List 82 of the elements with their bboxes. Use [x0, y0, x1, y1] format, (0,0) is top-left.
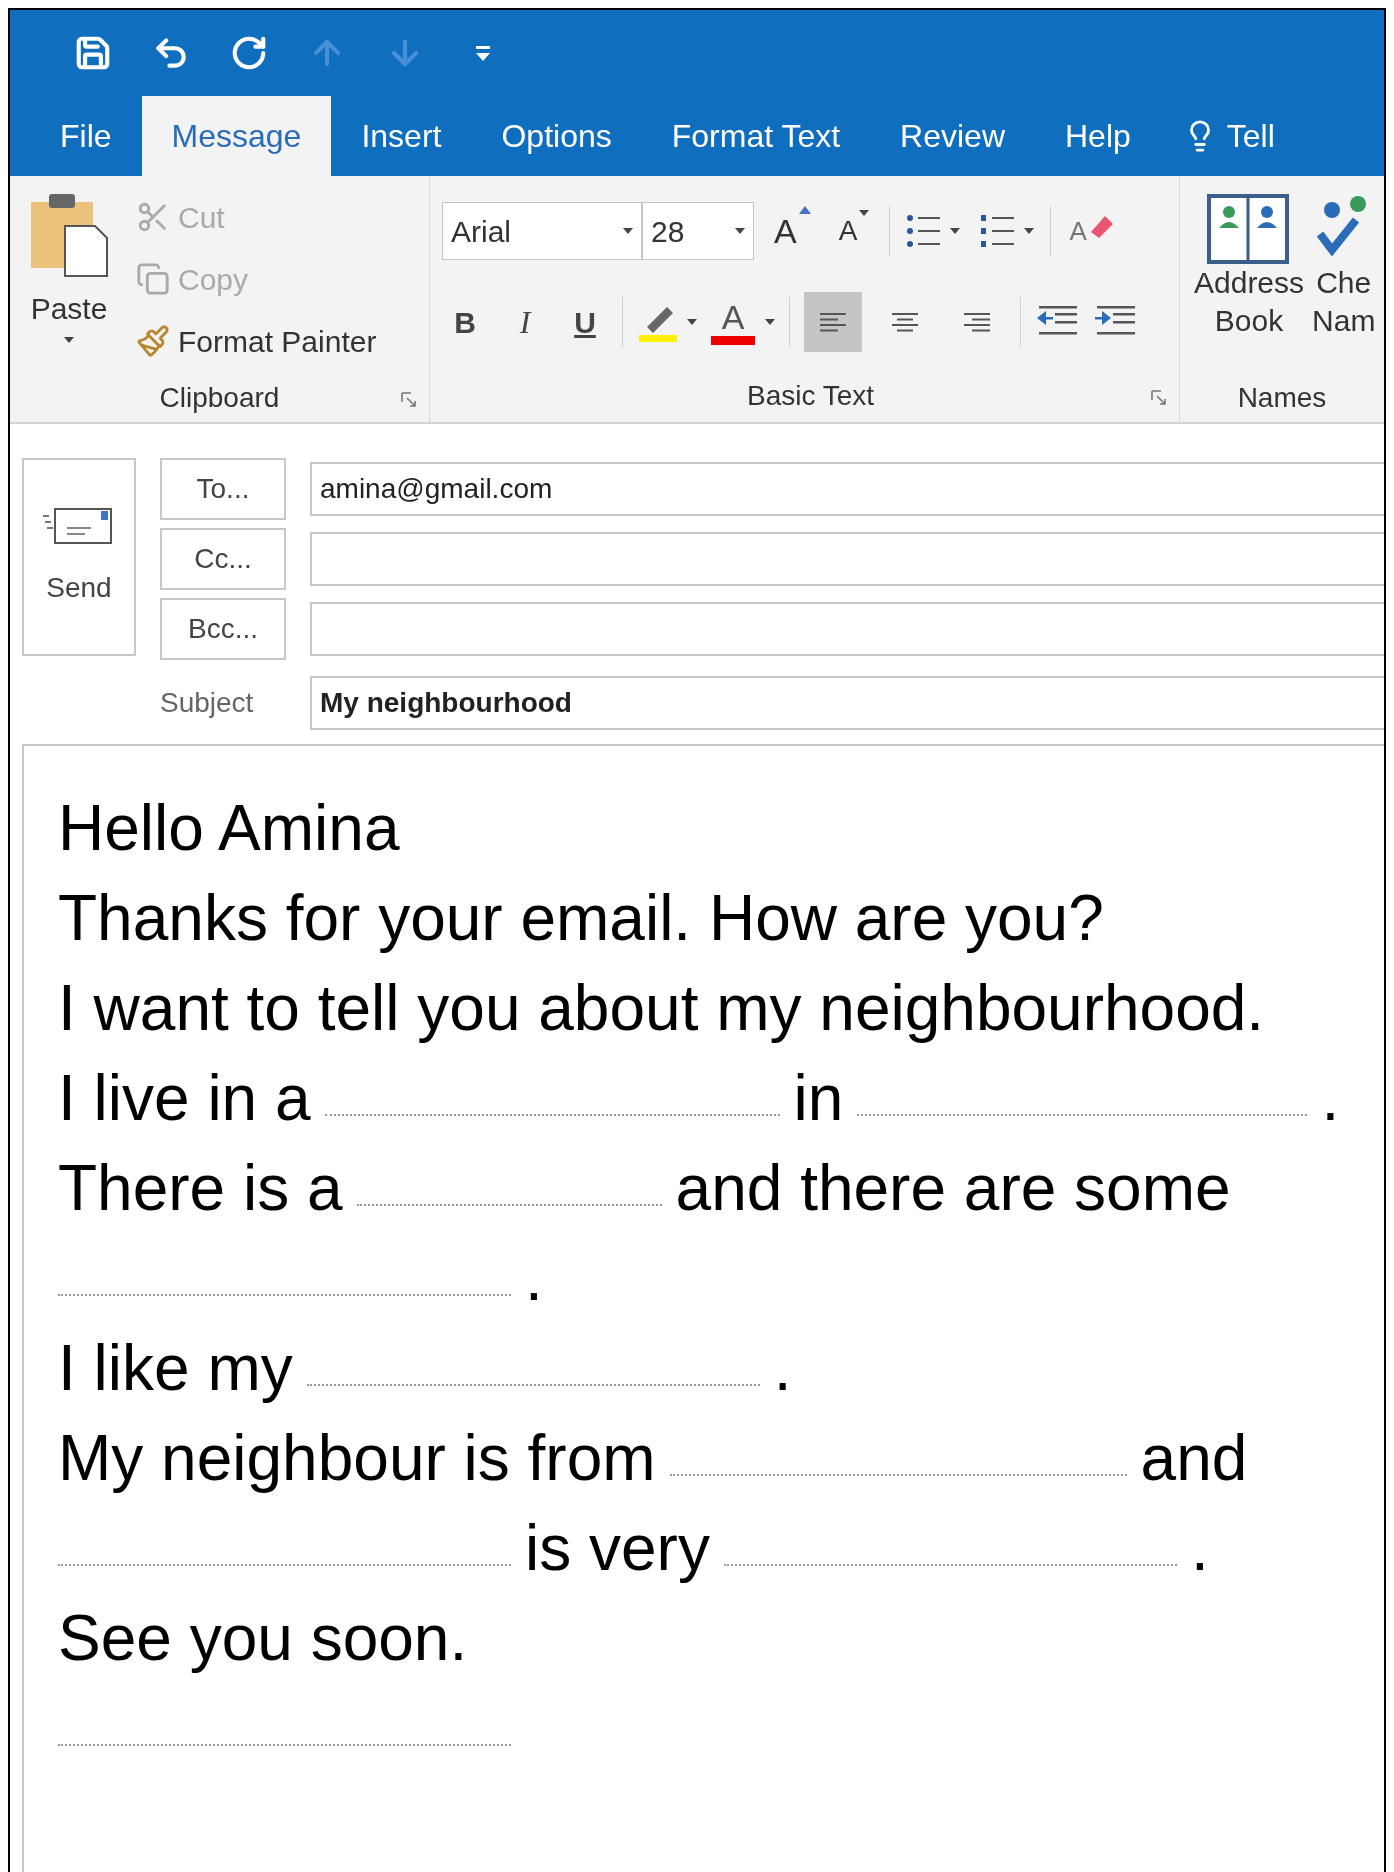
group-label: Clipboard — [159, 381, 280, 415]
subject-field[interactable]: My neighbourhood — [310, 676, 1384, 730]
down-triangle-icon — [859, 210, 870, 216]
check-names-button[interactable]: Che Nam — [1312, 194, 1376, 374]
ribbon-tab[interactable]: Options — [471, 96, 642, 176]
shrink-font-button[interactable]: A — [830, 210, 878, 252]
recipient-button[interactable]: To... — [160, 458, 286, 520]
recipient-field[interactable]: amina@gmail.com — [310, 462, 1384, 516]
bold-button[interactable]: B — [442, 297, 488, 347]
align-left-icon — [819, 311, 847, 333]
fill-in-line[interactable] — [58, 1294, 511, 1296]
fill-in-line[interactable] — [857, 1114, 1308, 1116]
customize-menu-icon — [475, 43, 491, 63]
button-label: Nam — [1312, 303, 1376, 339]
clear-formatting-button[interactable]: A — [1063, 211, 1121, 251]
caret-icon — [64, 337, 74, 343]
caret-icon — [735, 228, 745, 234]
body-text: . — [1190, 1516, 1209, 1580]
ribbon-tab[interactable]: File — [30, 96, 142, 176]
up-triangle-icon — [798, 205, 811, 214]
body-text: and there are some — [675, 1156, 1231, 1220]
italic-button[interactable]: I — [502, 297, 548, 347]
body-text: . — [1321, 1066, 1340, 1130]
bulleted-list-icon — [906, 213, 943, 249]
group-label: Names — [1237, 381, 1327, 415]
address-book-button[interactable]: Address Book — [1194, 194, 1305, 374]
caret-icon — [623, 228, 633, 234]
ribbon-tab[interactable]: Message — [141, 96, 332, 176]
recipient-button[interactable]: Bcc... — [160, 598, 286, 660]
body-text: and — [1140, 1426, 1248, 1490]
ribbon-tab[interactable]: Help — [1035, 96, 1161, 176]
body-text: in — [793, 1066, 844, 1130]
ribbon-tab[interactable]: Format Text — [641, 96, 871, 176]
envelope-icon — [43, 505, 115, 545]
fill-in-line[interactable] — [324, 1114, 780, 1116]
font-size-dropdown[interactable]: 28 — [642, 202, 754, 260]
font-name-dropdown[interactable]: Arial — [442, 202, 642, 260]
body-text: Hello Amina — [58, 796, 400, 860]
clipboard-action[interactable]: Format Painter — [136, 314, 377, 368]
fill-in-line[interactable] — [58, 1564, 511, 1566]
fill-in-line[interactable] — [723, 1564, 1177, 1566]
paintbrush-icon — [136, 324, 170, 358]
caret-icon — [950, 228, 961, 234]
copy-icon — [136, 262, 170, 296]
button-label: Address — [1194, 265, 1305, 301]
ribbon-tab[interactable]: Insert — [331, 96, 472, 176]
subject-label: Subject — [160, 686, 255, 720]
alignment-button[interactable] — [804, 292, 862, 352]
dialog-launcher-icon[interactable] — [401, 392, 417, 408]
font-color-button[interactable]: A — [711, 299, 775, 345]
body-text: . — [773, 1336, 792, 1400]
recipient-field[interactable] — [310, 532, 1384, 586]
fill-in-line[interactable] — [356, 1204, 662, 1206]
send-button[interactable]: Send — [22, 458, 136, 656]
body-text: I live in a — [58, 1066, 311, 1130]
tell-me-search[interactable]: Tell — [1160, 96, 1275, 176]
underline-button[interactable]: U — [562, 297, 608, 347]
body-text: There is a — [58, 1156, 343, 1220]
caret-icon — [687, 319, 697, 325]
align-center-icon — [891, 311, 919, 333]
align-right-icon — [963, 311, 991, 333]
address-book-icon — [1207, 194, 1292, 264]
redo-icon — [230, 34, 268, 72]
recipient-field[interactable] — [310, 602, 1384, 656]
caret-icon — [1024, 228, 1035, 234]
recipient-button[interactable]: Cc... — [160, 528, 286, 590]
paste-button[interactable]: Paste — [10, 190, 128, 374]
button-label: Book — [1214, 303, 1284, 339]
numbered-list-icon — [980, 213, 1017, 249]
message-body[interactable]: Hello Amina Thanks for your email. How are you? I want to tell you about my neighbourhood. I live in a in . There is a and there are some . I like my . My neighbour is from and is very . See you soon. — [22, 744, 1384, 1872]
fill-in-line[interactable] — [58, 1744, 511, 1746]
grow-font-button[interactable]: A — [766, 205, 819, 257]
fill-in-line[interactable] — [306, 1384, 760, 1386]
font-color-swatch-icon — [711, 335, 755, 345]
fill-in-line[interactable] — [669, 1474, 1127, 1476]
save-icon — [74, 34, 112, 72]
ribbon-tab[interactable]: Review — [870, 96, 1035, 176]
dialog-launcher-icon[interactable] — [1151, 390, 1167, 406]
body-text: . — [525, 1246, 543, 1310]
button-label: Che — [1316, 265, 1372, 301]
group-label: Basic Text — [746, 379, 875, 413]
caret-icon — [765, 319, 775, 325]
